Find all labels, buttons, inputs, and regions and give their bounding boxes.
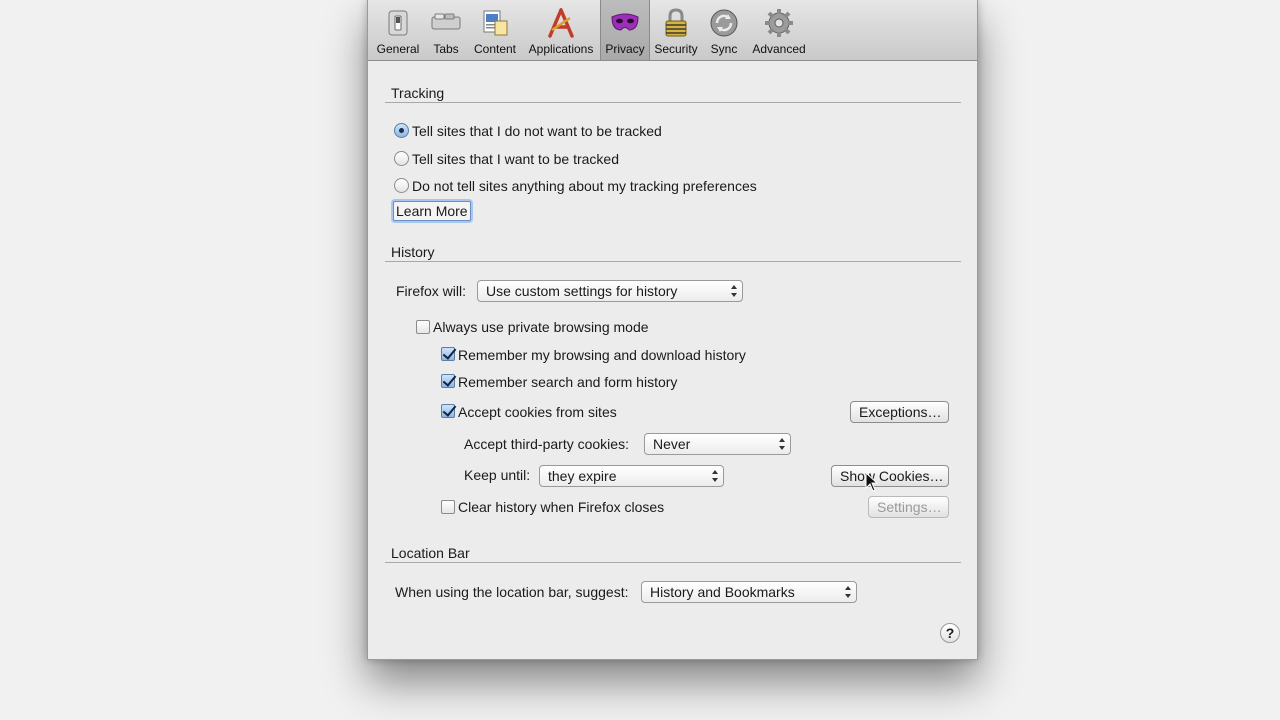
tab-sync[interactable]: Sync — [702, 0, 746, 60]
tab-privacy[interactable]: Privacy — [600, 0, 650, 60]
privacy-mask-icon — [611, 13, 639, 31]
location-suggest-select[interactable]: History and Bookmarks — [641, 581, 857, 603]
sync-icon — [710, 9, 738, 37]
tab-privacy-label: Privacy — [605, 42, 645, 56]
mouse-cursor-icon — [865, 472, 879, 492]
tab-content-label: Content — [473, 42, 517, 56]
remember-browsing-label[interactable]: Remember my browsing and download histor… — [458, 347, 746, 363]
tab-tabs-label: Tabs — [433, 42, 459, 56]
history-section-title: History — [391, 244, 435, 260]
tab-advanced-label: Advanced — [752, 42, 806, 56]
tab-applications[interactable]: Applications — [524, 0, 598, 60]
keep-until-value: they expire — [548, 468, 617, 484]
clear-history-label[interactable]: Clear history when Firefox closes — [458, 499, 664, 515]
keep-until-select[interactable]: they expire — [539, 465, 724, 487]
radio-want-tracked-label[interactable]: Tell sites that I want to be tracked — [412, 151, 619, 167]
keep-until-label: Keep until: — [464, 467, 531, 483]
select-arrows-icon — [779, 438, 785, 450]
lock-icon — [665, 8, 687, 37]
location-bar-divider — [385, 562, 961, 563]
tab-content[interactable]: Content — [470, 0, 520, 60]
gear-icon — [765, 9, 793, 37]
tab-security[interactable]: Security — [652, 0, 700, 60]
private-mode-label[interactable]: Always use private browsing mode — [433, 319, 649, 335]
radio-do-not-track-label[interactable]: Tell sites that I do not want to be trac… — [412, 123, 662, 139]
preferences-window: General Tabs Content Applications Privac… — [367, 0, 978, 660]
tab-sync-label: Sync — [710, 42, 738, 56]
radio-no-preference-label[interactable]: Do not tell sites anything about my trac… — [412, 178, 757, 194]
tracking-section-title: Tracking — [391, 85, 445, 101]
learn-more-link[interactable]: Learn More — [393, 201, 471, 221]
show-cookies-button[interactable]: Show Cookies… — [831, 465, 949, 487]
clear-history-settings-button[interactable]: Settings… — [868, 496, 949, 518]
content-icon — [483, 10, 508, 36]
general-switch-icon — [388, 10, 408, 36]
firefox-will-label: Firefox will: — [396, 283, 467, 299]
select-arrows-icon — [731, 285, 737, 297]
third-party-cookies-label: Accept third-party cookies: — [464, 436, 629, 452]
radio-want-tracked[interactable] — [394, 151, 409, 166]
private-mode-checkbox[interactable] — [416, 320, 430, 334]
radio-do-not-track[interactable] — [394, 123, 409, 138]
remember-browsing-checkbox[interactable] — [441, 347, 455, 361]
accept-cookies-label[interactable]: Accept cookies from sites — [458, 404, 617, 420]
preferences-toolbar: General Tabs Content Applications Privac… — [368, 0, 977, 61]
history-mode-value: Use custom settings for history — [486, 283, 678, 299]
history-divider — [385, 261, 961, 262]
location-suggest-label: When using the location bar, suggest: — [395, 584, 629, 600]
location-bar-section-title: Location Bar — [391, 545, 470, 561]
third-party-cookies-value: Never — [653, 436, 691, 452]
select-arrows-icon — [845, 586, 851, 598]
tab-applications-label: Applications — [528, 42, 594, 56]
select-arrows-icon — [712, 470, 718, 482]
remember-search-label[interactable]: Remember search and form history — [458, 374, 677, 390]
help-button[interactable]: ? — [940, 623, 960, 643]
location-suggest-value: History and Bookmarks — [650, 584, 795, 600]
tab-advanced[interactable]: Advanced — [748, 0, 810, 60]
exceptions-button[interactable]: Exceptions… — [850, 401, 949, 423]
tabs-icon — [431, 13, 461, 30]
remember-search-checkbox[interactable] — [441, 374, 455, 388]
clear-history-checkbox[interactable] — [441, 500, 455, 514]
tab-security-label: Security — [654, 42, 698, 56]
tab-general-label: General — [376, 42, 420, 56]
history-mode-select[interactable]: Use custom settings for history — [477, 280, 743, 302]
radio-no-preference[interactable] — [394, 178, 409, 193]
applications-icon — [548, 8, 574, 38]
accept-cookies-checkbox[interactable] — [441, 404, 455, 418]
third-party-cookies-select[interactable]: Never — [644, 433, 791, 455]
tab-tabs[interactable]: Tabs — [424, 0, 468, 60]
tab-general[interactable]: General — [374, 0, 422, 60]
tracking-divider — [385, 102, 961, 103]
